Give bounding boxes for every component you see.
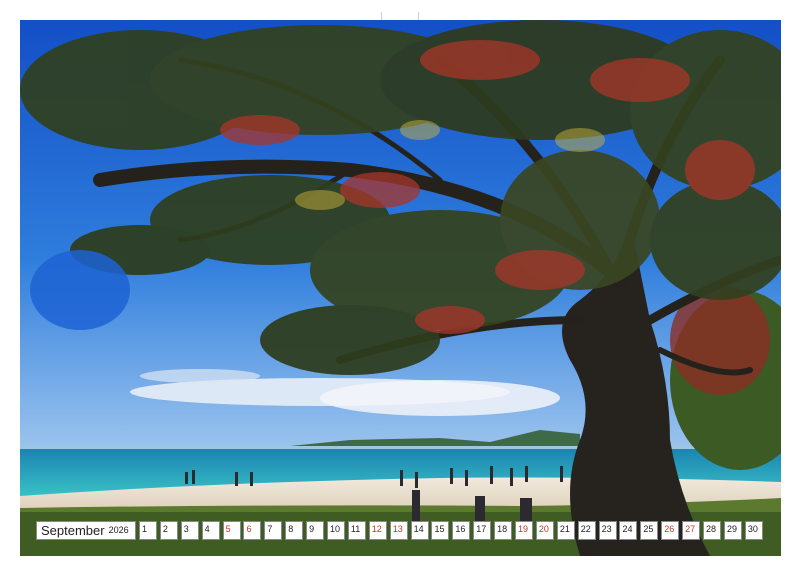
day-cell: 11 <box>347 520 366 540</box>
day-cell: 13 <box>389 520 408 540</box>
day-cell: 15 <box>431 520 450 540</box>
day-cell: 8 <box>285 520 304 540</box>
day-cell: 26 <box>661 520 680 540</box>
day-number: 21 <box>559 523 570 534</box>
day-cell: 18 <box>494 520 513 540</box>
day-number: 19 <box>518 523 529 534</box>
day-number: 4 <box>204 523 210 534</box>
day-number: 11 <box>350 523 361 534</box>
day-number: 6 <box>246 523 252 534</box>
day-number: 22 <box>580 523 591 534</box>
day-cell: 9 <box>306 520 325 540</box>
day-cell: 21 <box>556 520 575 540</box>
day-cell: 25 <box>640 520 659 540</box>
day-number: 10 <box>330 523 341 534</box>
day-number: 12 <box>371 523 382 534</box>
day-number: 17 <box>476 523 487 534</box>
day-number: 9 <box>309 523 315 534</box>
day-number: 1 <box>142 523 148 534</box>
day-cell: 10 <box>327 520 346 540</box>
day-cell: 30 <box>744 520 763 540</box>
day-number: 18 <box>497 523 508 534</box>
day-cell: 27 <box>682 520 701 540</box>
day-number: 29 <box>726 523 737 534</box>
day-cell: 14 <box>410 520 429 540</box>
day-cell: 12 <box>368 520 387 540</box>
day-cell: 29 <box>723 520 742 540</box>
day-cell: 19 <box>515 520 534 540</box>
day-number: 27 <box>685 523 696 534</box>
day-cell: 6 <box>243 520 262 540</box>
day-cell: 7 <box>264 520 283 540</box>
day-cell: 5 <box>222 520 241 540</box>
month-name: September <box>41 522 105 538</box>
day-number: 14 <box>413 523 424 534</box>
day-number: 13 <box>392 523 403 534</box>
day-number: 16 <box>455 523 466 534</box>
month-year: 2026 <box>108 525 129 535</box>
day-number: 5 <box>225 523 231 534</box>
day-cell: 1 <box>139 520 157 540</box>
day-number: 7 <box>267 523 273 534</box>
month-label: September 2026 <box>36 520 136 540</box>
day-cell: 4 <box>201 520 220 540</box>
day-number: 15 <box>434 523 445 534</box>
day-number: 30 <box>747 523 758 534</box>
day-number: 26 <box>664 523 675 534</box>
day-cell: 20 <box>535 520 554 540</box>
calendar-page: September 2026 1 2 3 4 5 6 7 8 9 10 11 12 13 14 15 16 17… <box>0 0 800 577</box>
day-cell: 28 <box>703 520 722 540</box>
day-number: 24 <box>622 523 633 534</box>
day-number: 8 <box>288 523 294 534</box>
day-cell: 23 <box>598 520 617 540</box>
day-cell: 17 <box>473 520 492 540</box>
day-number: 2 <box>162 523 168 534</box>
day-number: 25 <box>643 523 654 534</box>
day-cell: 22 <box>577 520 596 540</box>
day-number: 23 <box>601 523 612 534</box>
day-number: 3 <box>183 523 189 534</box>
day-number: 28 <box>706 523 717 534</box>
day-cell: 3 <box>180 520 199 540</box>
day-cell: 16 <box>452 520 471 540</box>
day-cell: 24 <box>619 520 638 540</box>
day-cell: 2 <box>159 520 178 540</box>
calendar-strip: September 2026 1 2 3 4 5 6 7 8 9 10 11 12 13 14 15 16 17… <box>36 520 766 540</box>
beach-tree-photo <box>20 20 781 556</box>
day-number: 20 <box>538 523 549 534</box>
